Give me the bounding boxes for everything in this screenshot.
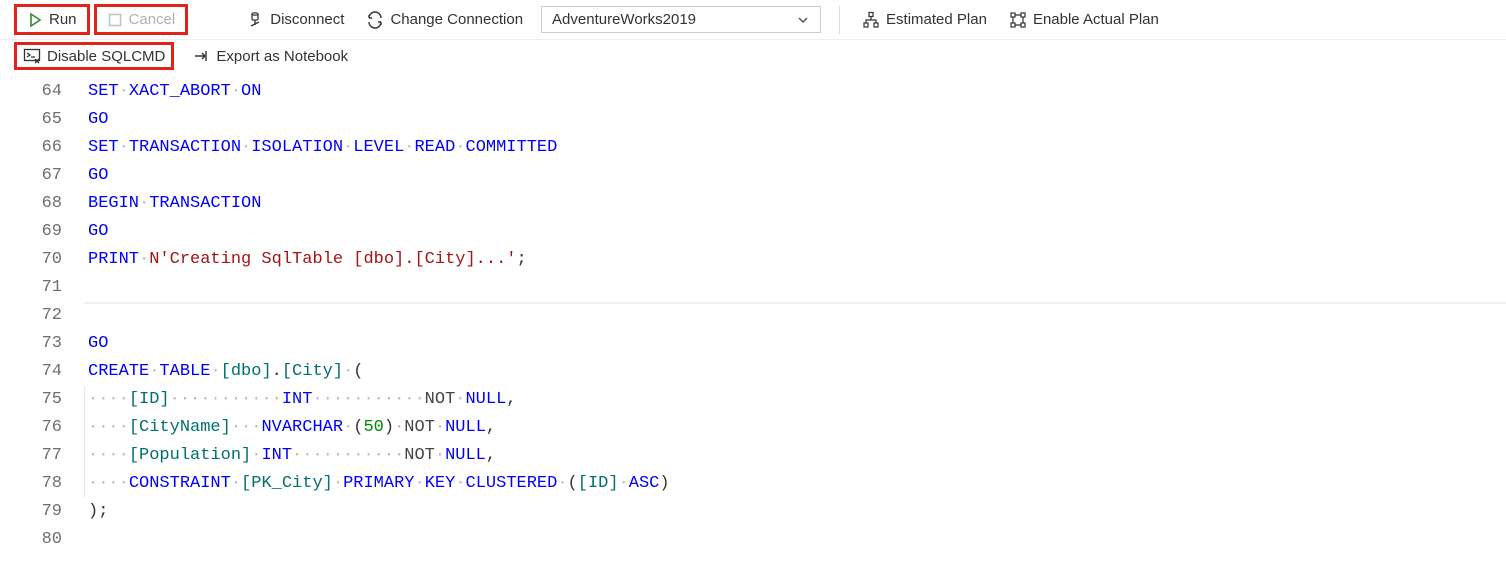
line-number: 74 bbox=[0, 358, 84, 386]
line-number: 65 bbox=[0, 106, 84, 134]
line-number: 80 bbox=[0, 526, 84, 554]
line-number: 66 bbox=[0, 134, 84, 162]
line-number: 69 bbox=[0, 218, 84, 246]
estimated-plan-icon bbox=[862, 11, 880, 29]
line-number: 75 bbox=[0, 386, 84, 414]
change-connection-label: Change Connection bbox=[390, 11, 523, 28]
disable-sqlcmd-button[interactable]: Disable SQLCMD bbox=[14, 42, 174, 70]
code-line[interactable]: 69GO bbox=[0, 218, 1506, 246]
database-selector[interactable]: AdventureWorks2019 bbox=[541, 6, 821, 33]
code-line[interactable]: 79); bbox=[0, 498, 1506, 526]
code-line[interactable]: 78····CONSTRAINT·[PK_City]·PRIMARY·KEY·C… bbox=[0, 470, 1506, 498]
enable-actual-plan-label: Enable Actual Plan bbox=[1033, 11, 1159, 28]
chevron-down-icon bbox=[796, 13, 810, 27]
database-selected-value: AdventureWorks2019 bbox=[552, 11, 696, 28]
line-number: 79 bbox=[0, 498, 84, 526]
play-icon bbox=[27, 12, 43, 28]
actual-plan-icon bbox=[1009, 11, 1027, 29]
export-icon bbox=[192, 47, 210, 65]
code-line[interactable]: 64SET·XACT_ABORT·ON bbox=[0, 78, 1506, 106]
line-number: 71 bbox=[0, 274, 84, 302]
code-content[interactable]: CREATE·TABLE·[dbo].[City]·( bbox=[84, 358, 1506, 386]
line-number: 78 bbox=[0, 470, 84, 498]
code-content[interactable]: ); bbox=[84, 498, 1506, 526]
code-line[interactable]: 73GO bbox=[0, 330, 1506, 358]
code-line[interactable]: 68BEGIN·TRANSACTION bbox=[0, 190, 1506, 218]
run-button[interactable]: Run bbox=[14, 4, 90, 35]
line-number: 72 bbox=[0, 302, 84, 330]
toolbar-row-1: Run Cancel Disconnect Change Connection … bbox=[0, 0, 1506, 40]
estimated-plan-button[interactable]: Estimated Plan bbox=[852, 7, 997, 33]
code-content[interactable]: BEGIN·TRANSACTION bbox=[84, 190, 1506, 218]
disconnect-button[interactable]: Disconnect bbox=[236, 7, 354, 33]
line-number: 67 bbox=[0, 162, 84, 190]
export-as-notebook-button[interactable]: Export as Notebook bbox=[182, 43, 358, 69]
line-number: 76 bbox=[0, 414, 84, 442]
sqlcmd-icon bbox=[23, 47, 41, 65]
stop-icon bbox=[107, 12, 123, 28]
line-number: 70 bbox=[0, 246, 84, 274]
code-content[interactable]: GO bbox=[84, 218, 1506, 246]
change-connection-button[interactable]: Change Connection bbox=[356, 7, 533, 33]
disconnect-icon bbox=[246, 11, 264, 29]
code-line[interactable]: 75····[ID]···········INT···········NOT·N… bbox=[0, 386, 1506, 414]
code-content[interactable]: ····[Population]·INT···········NOT·NULL, bbox=[84, 442, 1506, 470]
code-line[interactable]: 77····[Population]·INT···········NOT·NUL… bbox=[0, 442, 1506, 470]
disconnect-label: Disconnect bbox=[270, 11, 344, 28]
code-line[interactable]: 67GO bbox=[0, 162, 1506, 190]
code-content[interactable]: PRINT·N'Creating SqlTable [dbo].[City]..… bbox=[84, 246, 1506, 274]
code-line[interactable]: 65GO bbox=[0, 106, 1506, 134]
code-line[interactable]: 76····[CityName]···NVARCHAR·(50)·NOT·NUL… bbox=[0, 414, 1506, 442]
line-number: 73 bbox=[0, 330, 84, 358]
cancel-label: Cancel bbox=[129, 11, 176, 28]
code-content[interactable]: GO bbox=[84, 106, 1506, 134]
toolbar-divider bbox=[839, 6, 840, 34]
code-content[interactable]: ····CONSTRAINT·[PK_City]·PRIMARY·KEY·CLU… bbox=[84, 470, 1506, 498]
cancel-button: Cancel bbox=[94, 4, 189, 35]
run-label: Run bbox=[49, 11, 77, 28]
code-line[interactable]: 70PRINT·N'Creating SqlTable [dbo].[City]… bbox=[0, 246, 1506, 274]
estimated-plan-label: Estimated Plan bbox=[886, 11, 987, 28]
change-connection-icon bbox=[366, 11, 384, 29]
line-number: 77 bbox=[0, 442, 84, 470]
code-content[interactable]: SET·TRANSACTION·ISOLATION·LEVEL·READ·COM… bbox=[84, 134, 1506, 162]
code-content[interactable]: SET·XACT_ABORT·ON bbox=[84, 78, 1506, 106]
line-number: 64 bbox=[0, 78, 84, 106]
sql-editor[interactable]: 64SET·XACT_ABORT·ON65GO66SET·TRANSACTION… bbox=[0, 76, 1506, 554]
code-line[interactable]: 66SET·TRANSACTION·ISOLATION·LEVEL·READ·C… bbox=[0, 134, 1506, 162]
code-line[interactable]: 80 bbox=[0, 526, 1506, 554]
line-number: 68 bbox=[0, 190, 84, 218]
code-content[interactable]: ····[ID]···········INT···········NOT·NUL… bbox=[84, 386, 1506, 414]
code-line[interactable]: 74CREATE·TABLE·[dbo].[City]·( bbox=[0, 358, 1506, 386]
code-line[interactable]: 71 bbox=[0, 274, 1506, 302]
code-content[interactable]: GO bbox=[84, 162, 1506, 190]
code-line[interactable]: 72 bbox=[0, 302, 1506, 330]
toolbar-row-2: Disable SQLCMD Export as Notebook bbox=[0, 40, 1506, 76]
disable-sqlcmd-label: Disable SQLCMD bbox=[47, 48, 165, 65]
export-as-notebook-label: Export as Notebook bbox=[216, 48, 348, 65]
code-content[interactable]: ····[CityName]···NVARCHAR·(50)·NOT·NULL, bbox=[84, 414, 1506, 442]
code-content[interactable] bbox=[84, 302, 1506, 304]
code-content[interactable]: GO bbox=[84, 330, 1506, 358]
enable-actual-plan-button[interactable]: Enable Actual Plan bbox=[999, 7, 1169, 33]
